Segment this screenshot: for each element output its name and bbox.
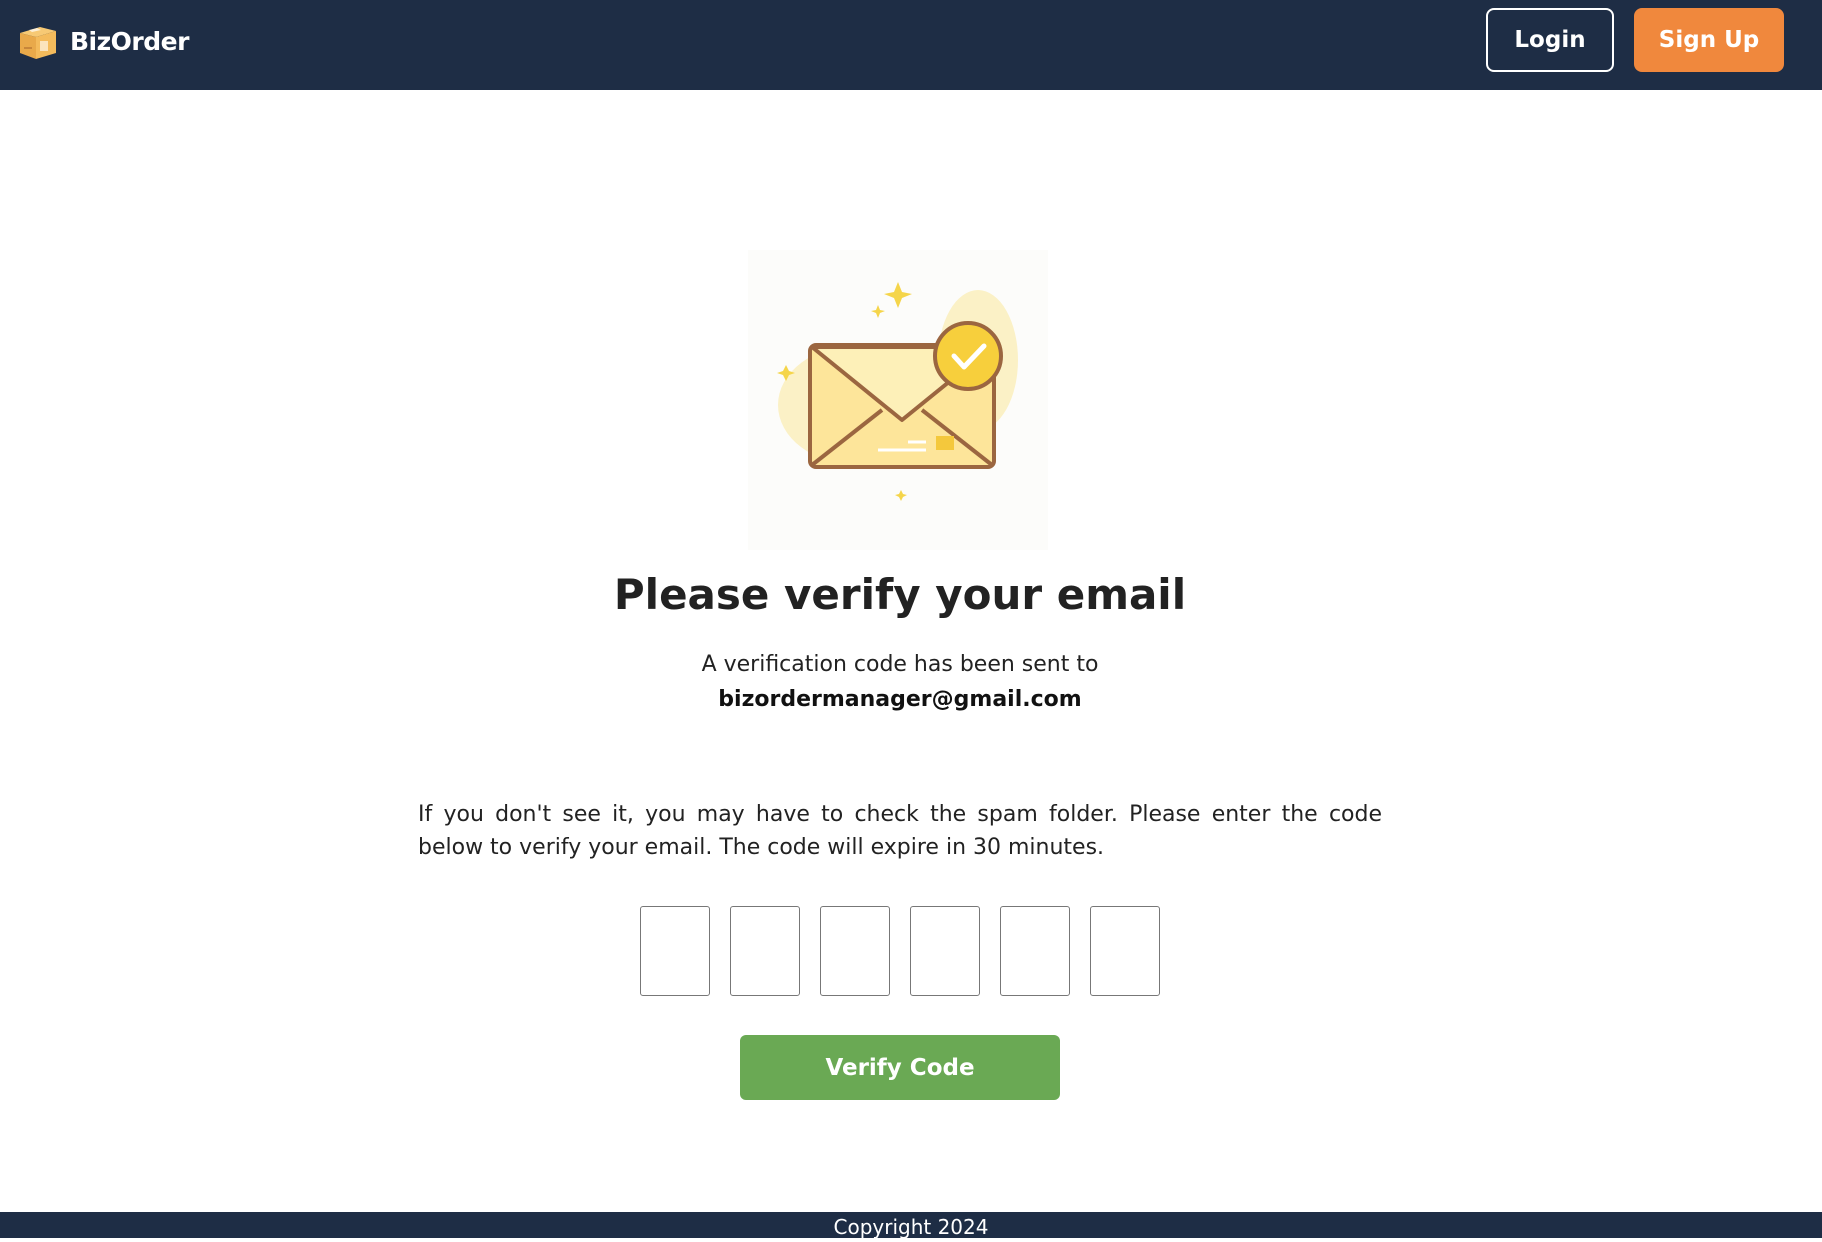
- code-digit-6[interactable]: [1090, 906, 1160, 996]
- code-digit-1[interactable]: [640, 906, 710, 996]
- page-title: Please verify your email: [613, 570, 1187, 619]
- envelope-check-icon: [748, 250, 1048, 550]
- login-button[interactable]: Login: [1486, 8, 1614, 72]
- footer: Copyright 2024: [0, 1212, 1822, 1239]
- code-digit-4[interactable]: [910, 906, 980, 996]
- instructions-text: If you don't see it, you may have to che…: [418, 802, 1382, 860]
- code-digit-3[interactable]: [820, 906, 890, 996]
- sent-message: A verification code has been sent to: [701, 652, 1099, 677]
- code-digit-2[interactable]: [730, 906, 800, 996]
- signup-button[interactable]: Sign Up: [1634, 8, 1784, 72]
- recipient-email: bizordermanager@gmail.com: [718, 687, 1082, 712]
- verify-code-button[interactable]: Verify Code: [740, 1035, 1060, 1100]
- code-digit-5[interactable]: [1000, 906, 1070, 996]
- navbar: BizOrder Login Sign Up: [0, 0, 1822, 90]
- brand[interactable]: BizOrder: [16, 20, 189, 62]
- copyright-text: Copyright 2024: [833, 1215, 989, 1239]
- verification-code-inputs: [640, 906, 1160, 996]
- box-icon: [20, 27, 56, 59]
- brand-name: BizOrder: [70, 26, 189, 56]
